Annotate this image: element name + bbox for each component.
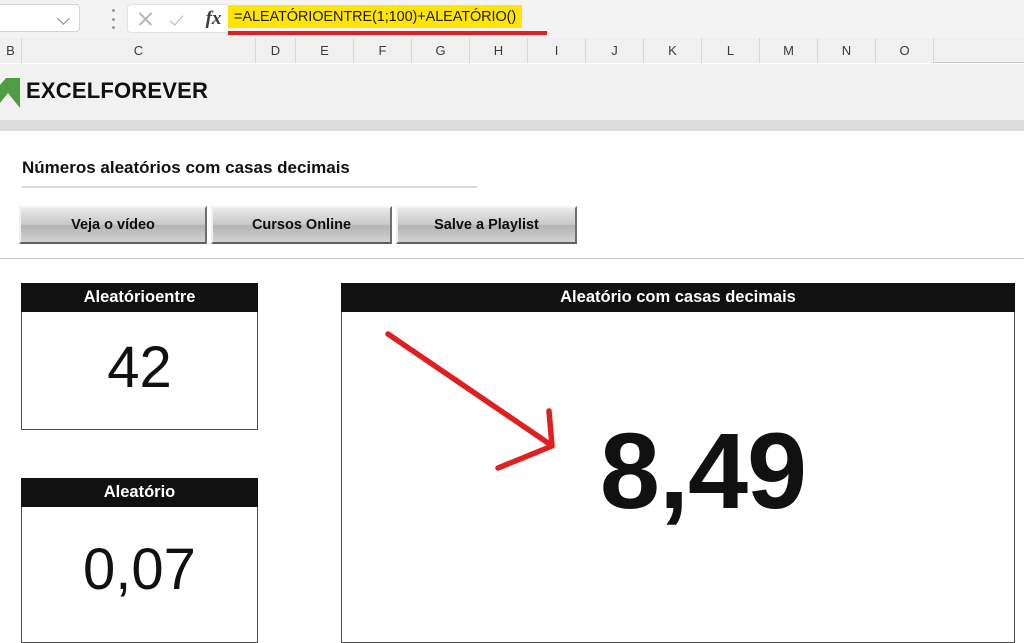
chevron-down-icon[interactable] (58, 12, 70, 24)
formula-actions-group: fx (127, 4, 231, 33)
action-button-bar: Veja o vídeo Cursos Online Salve a Playl… (19, 206, 577, 244)
card-aleatorio-decimais: Aleatório com casas decimais 8,49 (341, 283, 1015, 643)
check-icon[interactable] (171, 11, 189, 27)
card-aleatorioentre: Aleatórioentre 42 (21, 283, 258, 430)
formula-underline-annotation (228, 31, 547, 35)
card-aleatorio: Aleatório 0,07 (21, 478, 258, 643)
save-playlist-button[interactable]: Salve a Playlist (396, 206, 577, 244)
kebab-menu-icon[interactable] (107, 9, 119, 29)
card-aleatorioentre-body[interactable]: 42 (21, 312, 258, 430)
fx-icon[interactable]: fx (206, 9, 222, 28)
column-header-d[interactable]: D (256, 38, 296, 63)
column-header-n[interactable]: N (818, 38, 876, 63)
card-aleatorioentre-value: 42 (107, 334, 172, 400)
formula-input[interactable]: =ALEATÓRIOENTRE(1;100)+ALEATÓRIO() (228, 3, 523, 30)
column-header-k[interactable]: K (644, 38, 702, 63)
column-header-l[interactable]: L (702, 38, 760, 63)
section-divider (0, 258, 1024, 259)
column-header-i[interactable]: I (528, 38, 586, 63)
page-title: Números aleatórios com casas decimais (22, 158, 350, 177)
column-header-b[interactable]: B (0, 38, 22, 63)
column-header-o[interactable]: O (876, 38, 934, 63)
close-icon[interactable] (137, 10, 154, 27)
brand-name: EXCELFOREVER (26, 78, 209, 103)
watch-video-button[interactable]: Veja o vídeo (19, 206, 207, 244)
brand-header: EXCELFOREVER (0, 64, 1024, 120)
column-header-g[interactable]: G (412, 38, 470, 63)
formula-text: =ALEATÓRIOENTRE(1;100)+ALEATÓRIO() (228, 5, 523, 28)
card-aleatorioentre-header: Aleatórioentre (21, 283, 258, 312)
formula-bar: fx =ALEATÓRIOENTRE(1;100)+ALEATÓRIO() (0, 0, 1024, 38)
column-header-f[interactable]: F (354, 38, 412, 63)
column-header-row: BCDEFGHIJKLMNO (0, 38, 1024, 63)
card-aleatorio-value: 0,07 (83, 536, 196, 602)
column-header-h[interactable]: H (470, 38, 528, 63)
name-box[interactable] (0, 4, 80, 32)
header-divider-band (0, 120, 1024, 131)
title-underline (22, 186, 477, 188)
card-aleatorio-decimais-body[interactable]: 8,49 (341, 312, 1015, 643)
column-header-c[interactable]: C (22, 38, 256, 63)
online-courses-button[interactable]: Cursos Online (211, 206, 392, 244)
column-header-e[interactable]: E (296, 38, 354, 63)
card-aleatorio-decimais-header: Aleatório com casas decimais (341, 283, 1015, 312)
card-aleatorio-body[interactable]: 0,07 (21, 507, 258, 643)
card-aleatorio-decimais-value: 8,49 (599, 410, 807, 531)
column-header-m[interactable]: M (760, 38, 818, 63)
excel-x-logo-icon (0, 78, 20, 108)
card-aleatorio-header: Aleatório (21, 478, 258, 507)
column-header-j[interactable]: J (586, 38, 644, 63)
excel-worksheet-screen: fx =ALEATÓRIOENTRE(1;100)+ALEATÓRIO() BC… (0, 0, 1024, 643)
